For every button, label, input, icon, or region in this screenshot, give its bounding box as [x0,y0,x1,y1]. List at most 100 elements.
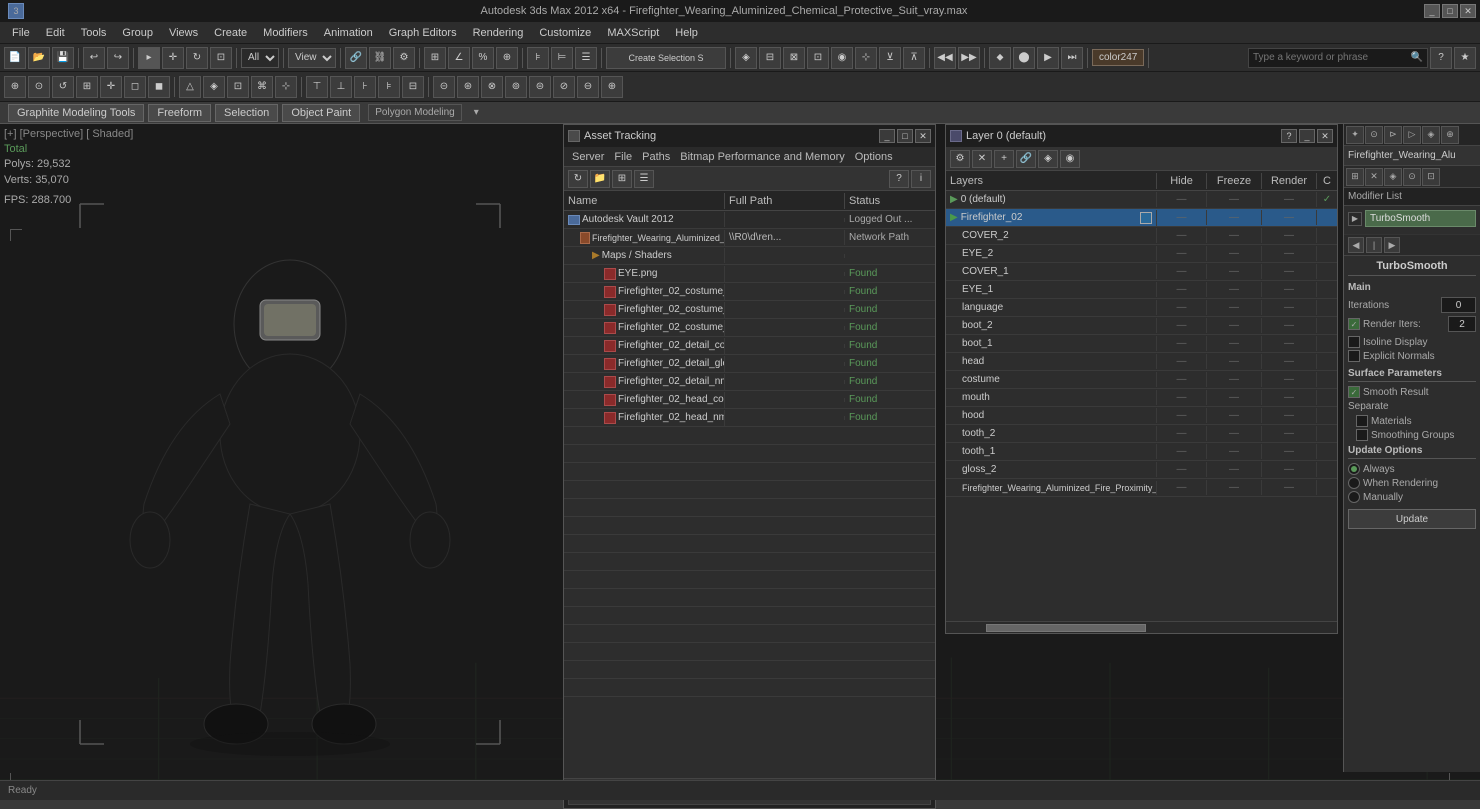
at-grid[interactable]: ⊞ [612,170,632,188]
select-button[interactable]: ▸ [138,47,160,69]
at-row-vault[interactable]: Autodesk Vault 2012 Logged Out ... [564,211,935,229]
minimize-button[interactable]: _ [1424,4,1440,18]
layer-button[interactable]: ☰ [575,47,597,69]
at-row-costume-gloss[interactable]: Firefighter_02_costume_gloss.png Found [564,301,935,319]
mb-icon3[interactable]: ▶ [1384,237,1400,253]
menu-edit[interactable]: Edit [38,25,73,41]
at-info[interactable]: i [911,170,931,188]
view-select[interactable]: View [289,48,335,68]
tb2-obj[interactable]: ⊙ [28,76,50,98]
materials-checkbox[interactable] [1356,415,1368,427]
link-button[interactable]: 🔗 [345,47,367,69]
tb2-axis3[interactable]: ⊗ [481,76,503,98]
layer-row-cover1[interactable]: COVER_1 — — — [946,263,1337,281]
tb2-sel2[interactable]: ⊤ [306,76,328,98]
scale-button[interactable]: ⊡ [210,47,232,69]
layer-hscroll[interactable] [946,621,1337,633]
graph-btn7[interactable]: ⊻ [879,47,901,69]
graph-btn6[interactable]: ⊹ [855,47,877,69]
always-radio[interactable] [1348,463,1360,475]
layer-row-language[interactable]: language — — — [946,299,1337,317]
mod-icon1[interactable]: ⊞ [1346,168,1364,186]
anim-key[interactable]: ⬥ [989,47,1011,69]
at-row-costume-color[interactable]: Firefighter_02_costume_color.png Found [564,283,935,301]
smoothing-groups-checkbox[interactable] [1356,429,1368,441]
graphite-freeform[interactable]: Freeform [148,104,211,122]
align-button[interactable]: ⊨ [551,47,573,69]
layer-row-boot1[interactable]: boot_1 — — — [946,335,1337,353]
menu-views[interactable]: Views [161,25,206,41]
tb2-axis1[interactable]: ⊝ [433,76,455,98]
mp-tab-display[interactable]: ◈ [1422,126,1440,144]
at-menu-server[interactable]: Server [568,151,608,163]
render-iters-checkbox[interactable]: ✓ [1348,318,1360,330]
isoline-checkbox[interactable] [1348,336,1360,348]
layer-sel2[interactable]: ◉ [1060,150,1080,168]
layer0-close[interactable]: ✕ [1317,129,1333,143]
at-close[interactable]: ✕ [915,129,931,143]
layer-hscroll-thumb[interactable] [986,624,1146,632]
tb2-sel4[interactable]: ⊦ [354,76,376,98]
at-menu-paths[interactable]: Paths [638,151,674,163]
angle-snap[interactable]: ∠ [448,47,470,69]
mod-icon4[interactable]: ⊙ [1403,168,1421,186]
mb-icon1[interactable]: ◀ [1348,237,1364,253]
move-button[interactable]: ✛ [162,47,184,69]
turbosmooth-modifier[interactable]: TurboSmooth [1365,210,1476,227]
graph-btn2[interactable]: ⊟ [759,47,781,69]
at-refresh[interactable]: ↻ [568,170,588,188]
manually-radio[interactable] [1348,491,1360,503]
graph-btn8[interactable]: ⊼ [903,47,925,69]
save-button[interactable]: 💾 [52,47,74,69]
graph-btn4[interactable]: ⊡ [807,47,829,69]
at-row-detail-color[interactable]: Firefighter_02_detail_color.png Found [564,337,935,355]
anim-play[interactable]: ▶ [1037,47,1059,69]
menu-file[interactable]: File [4,25,38,41]
layer-row-eye1[interactable]: EYE_1 — — — [946,281,1337,299]
at-minimize[interactable]: _ [879,129,895,143]
menu-modifiers[interactable]: Modifiers [255,25,316,41]
snap-toggle[interactable]: ⊞ [424,47,446,69]
layer-settings[interactable]: ⚙ [950,150,970,168]
unlink-button[interactable]: ⛓ [369,47,391,69]
mod-icon2[interactable]: ✕ [1365,168,1383,186]
help-btn1[interactable]: ? [1430,47,1452,69]
at-help[interactable]: ? [889,170,909,188]
graph-btn3[interactable]: ⊠ [783,47,805,69]
at-maximize[interactable]: □ [897,129,913,143]
anim-prev[interactable]: ⬤ [1013,47,1035,69]
graphite-selection[interactable]: Selection [215,104,278,122]
open-button[interactable]: 📂 [28,47,50,69]
at-row-maps[interactable]: ▶ Maps / Shaders [564,247,935,265]
explicit-normals-checkbox[interactable] [1348,350,1360,362]
at-row-detail-nmap[interactable]: Firefighter_02_detail_nmap.png Found [564,373,935,391]
bind-button[interactable]: ⚙ [393,47,415,69]
maximize-button[interactable]: □ [1442,4,1458,18]
menu-create[interactable]: Create [206,25,255,41]
at-menu-bitmap[interactable]: Bitmap Performance and Memory [676,151,848,163]
menu-help[interactable]: Help [667,25,706,41]
graph-btn5[interactable]: ◉ [831,47,853,69]
create-sel-btn[interactable]: Create Selection S [606,47,726,69]
tb2-axis6[interactable]: ⊘ [553,76,575,98]
tb2-sel5[interactable]: ⊧ [378,76,400,98]
layer-add[interactable]: + [994,150,1014,168]
layer-row-tooth2[interactable]: tooth_2 — — — [946,425,1337,443]
anim-next[interactable]: ⏭ [1061,47,1083,69]
playback-next[interactable]: ▶▶ [958,47,980,69]
update-button[interactable]: Update [1348,509,1476,529]
at-menu-file[interactable]: File [610,151,636,163]
tb2-axis7[interactable]: ⊖ [577,76,599,98]
mod-icon5[interactable]: ⊡ [1422,168,1440,186]
graph-btn1[interactable]: ◈ [735,47,757,69]
tb2-filt5[interactable]: ⊹ [275,76,297,98]
layer-row-costume[interactable]: costume — — — [946,371,1337,389]
tb2-box[interactable]: ◼ [148,76,170,98]
layer-delete[interactable]: ✕ [972,150,992,168]
rotate-button[interactable]: ↻ [186,47,208,69]
mp-tab-motion[interactable]: ▷ [1403,126,1421,144]
at-row-head-nmap[interactable]: Firefighter_02_head_nmap.png Found [564,409,935,427]
menu-customize[interactable]: Customize [531,25,599,41]
at-row-firefighter[interactable]: Firefighter_Wearing_Aluminized_Chemical_… [564,229,935,247]
modifier-expand-btn[interactable]: ▶ [1348,212,1362,226]
